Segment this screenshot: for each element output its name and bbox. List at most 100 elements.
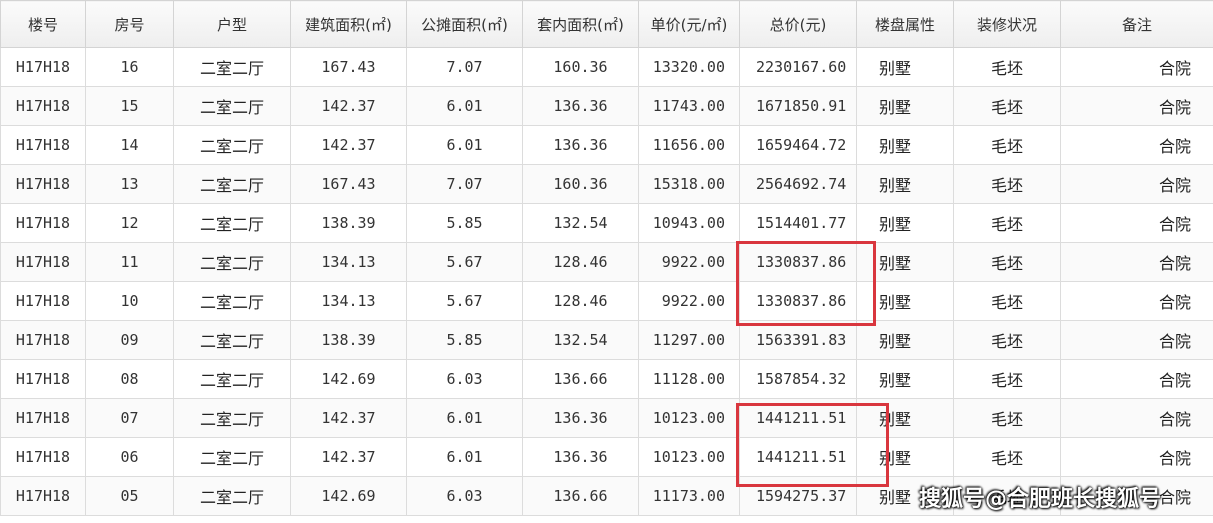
cell-decoration: 毛坯 [953,320,1061,360]
cell-shared-area: 5.85 [406,203,523,243]
cell-shared-area: 7.07 [406,164,523,204]
cell-note: 合院 [1060,86,1213,126]
cell-unit-price: 11173.00 [638,476,740,516]
cell-property-type: 别墅 [856,86,954,126]
cell-room: 12 [85,203,174,243]
cell-layout: 二室二厅 [173,86,291,126]
cell-room: 05 [85,476,174,516]
cell-layout: 二室二厅 [173,242,291,282]
watermark-text: 搜狐号@合肥班长搜狐号 [919,487,1162,512]
cell-gross-area: 138.39 [290,320,407,360]
cell-total-price: 2230167.60 [739,47,857,87]
cell-shared-area: 6.01 [406,86,523,126]
cell-decoration: 毛坯 [953,203,1061,243]
cell-property-type: 别墅 [856,125,954,165]
cell-layout: 二室二厅 [173,164,291,204]
cell-decoration: 毛坯 [953,242,1061,282]
cell-inner-area: 136.66 [522,476,639,516]
cell-inner-area: 136.66 [522,359,639,399]
cell-building: H17H18 [0,437,86,477]
cell-unit-price: 11743.00 [638,86,740,126]
table-row: H17H18 13 二室二厅 167.43 7.07 160.36 15318.00 2564… [0,164,1213,204]
header-total-price: 总价(元) [739,0,857,48]
cell-total-price: 2564692.74 [739,164,857,204]
cell-gross-area: 134.13 [290,242,407,282]
cell-total-price: 1587854.32 [739,359,857,399]
cell-unit-price: 10123.00 [638,437,740,477]
cell-layout: 二室二厅 [173,437,291,477]
cell-note: 合院 [1060,164,1213,204]
cell-unit-price: 10943.00 [638,203,740,243]
cell-decoration: 毛坯 [953,86,1061,126]
cell-building: H17H18 [0,242,86,282]
cell-inner-area: 136.36 [522,437,639,477]
cell-unit-price: 13320.00 [638,47,740,87]
cell-property-type: 别墅 [856,242,954,282]
cell-layout: 二室二厅 [173,47,291,87]
cell-room: 06 [85,437,174,477]
cell-shared-area: 6.01 [406,398,523,438]
cell-decoration: 毛坯 [953,47,1061,87]
cell-property-type: 别墅 [856,398,954,438]
cell-shared-area: 5.85 [406,320,523,360]
cell-unit-price: 11297.00 [638,320,740,360]
cell-inner-area: 128.46 [522,242,639,282]
cell-shared-area: 6.01 [406,125,523,165]
cell-shared-area: 5.67 [406,242,523,282]
cell-property-type: 别墅 [856,281,954,321]
cell-note: 合院 [1060,359,1213,399]
cell-layout: 二室二厅 [173,398,291,438]
header-shared-area: 公摊面积(㎡) [406,0,523,48]
table-header: 楼号 房号 户型 建筑面积(㎡) 公摊面积(㎡) 套内面积(㎡) 单价(元/㎡)… [0,0,1213,48]
cell-gross-area: 142.37 [290,125,407,165]
cell-room: 08 [85,359,174,399]
cell-room: 10 [85,281,174,321]
cell-total-price: 1441211.51 [739,437,857,477]
cell-total-price: 1671850.91 [739,86,857,126]
cell-property-type: 别墅 [856,437,954,477]
cell-property-type: 别墅 [856,320,954,360]
cell-room: 14 [85,125,174,165]
cell-room: 11 [85,242,174,282]
cell-inner-area: 136.36 [522,125,639,165]
cell-shared-area: 5.67 [406,281,523,321]
cell-gross-area: 138.39 [290,203,407,243]
cell-inner-area: 160.36 [522,164,639,204]
cell-unit-price: 9922.00 [638,242,740,282]
cell-note: 合院 [1060,203,1213,243]
header-inner-area: 套内面积(㎡) [522,0,639,48]
cell-unit-price: 9922.00 [638,281,740,321]
cell-gross-area: 142.69 [290,359,407,399]
table-row: H17H18 08 二室二厅 142.69 6.03 136.66 11128.00 1587… [0,359,1213,399]
cell-inner-area: 160.36 [522,47,639,87]
cell-decoration: 毛坯 [953,125,1061,165]
cell-gross-area: 142.37 [290,437,407,477]
cell-layout: 二室二厅 [173,476,291,516]
cell-note: 合院 [1060,320,1213,360]
cell-building: H17H18 [0,320,86,360]
cell-total-price: 1594275.37 [739,476,857,516]
cell-building: H17H18 [0,47,86,87]
cell-building: H17H18 [0,125,86,165]
table-row: H17H18 06 二室二厅 142.37 6.01 136.36 10123.00 1441… [0,437,1213,477]
cell-decoration: 毛坯 [953,164,1061,204]
header-note: 备注 [1060,0,1213,48]
cell-property-type: 别墅 [856,164,954,204]
cell-total-price: 1659464.72 [739,125,857,165]
cell-unit-price: 10123.00 [638,398,740,438]
cell-building: H17H18 [0,203,86,243]
cell-gross-area: 167.43 [290,47,407,87]
table-body: H17H18 16 二室二厅 167.43 7.07 160.36 13320.00 2230… [0,47,1213,516]
cell-shared-area: 6.03 [406,359,523,399]
table-row: H17H18 14 二室二厅 142.37 6.01 136.36 11656.00 1659… [0,125,1213,165]
cell-building: H17H18 [0,281,86,321]
cell-shared-area: 7.07 [406,47,523,87]
cell-decoration: 毛坯 [953,398,1061,438]
cell-decoration: 毛坯 [953,359,1061,399]
table-row: H17H18 16 二室二厅 167.43 7.07 160.36 13320.00 2230… [0,47,1213,87]
cell-room: 09 [85,320,174,360]
cell-inner-area: 132.54 [522,203,639,243]
cell-room: 16 [85,47,174,87]
cell-unit-price: 15318.00 [638,164,740,204]
cell-unit-price: 11128.00 [638,359,740,399]
